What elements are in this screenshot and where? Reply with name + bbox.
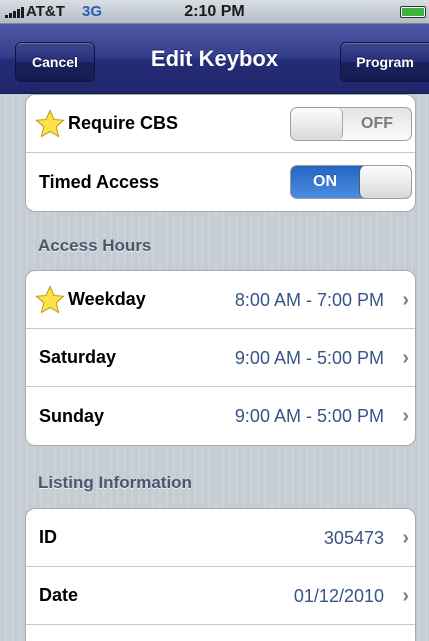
listing-date-row[interactable]: Date 01/12/2010 › bbox=[26, 567, 415, 625]
status-time: 2:10 PM bbox=[184, 3, 245, 20]
chevron-right-icon: › bbox=[402, 289, 409, 311]
navigation-bar: Cancel Edit Keybox Program bbox=[0, 24, 429, 94]
status-bar: AT&T 3G 2:10 PM bbox=[0, 0, 429, 24]
require-cbs-toggle[interactable]: OFF bbox=[290, 107, 412, 141]
listing-date-label: Date bbox=[39, 585, 79, 605]
timed-access-toggle[interactable]: ON bbox=[290, 165, 412, 199]
timed-access-row: Timed Access ON bbox=[26, 153, 415, 211]
chevron-right-icon: › bbox=[402, 347, 409, 369]
listing-date-value: 01/12/2010 bbox=[293, 586, 384, 606]
cancel-button[interactable]: Cancel bbox=[15, 42, 95, 82]
saturday-hours: 9:00 AM - 5:00 PM bbox=[234, 348, 384, 368]
listing-id-label: ID bbox=[39, 527, 57, 547]
sunday-hours: 9:00 AM - 5:00 PM bbox=[234, 406, 384, 426]
star-icon bbox=[35, 285, 65, 314]
chevron-right-icon: › bbox=[402, 405, 409, 427]
star-icon bbox=[35, 109, 65, 138]
timed-access-label: Timed Access bbox=[39, 171, 160, 192]
listing-id-value: 305473 bbox=[323, 528, 384, 548]
toggle-knob bbox=[359, 166, 411, 198]
access-hours-header: Access Hours bbox=[38, 236, 152, 255]
listing-information-group: ID 305473 › Date 01/12/2010 › bbox=[25, 508, 416, 641]
weekday-row[interactable]: Weekday 8:00 AM - 7:00 PM › bbox=[26, 271, 415, 329]
toggle-state-text: ON bbox=[313, 173, 337, 190]
settings-group: Require CBS OFF Timed Access ON bbox=[25, 94, 416, 212]
sunday-label: Sunday bbox=[39, 405, 105, 426]
saturday-label: Saturday bbox=[39, 347, 117, 367]
chevron-right-icon: › bbox=[402, 585, 409, 607]
chevron-right-icon: › bbox=[402, 527, 409, 549]
program-button[interactable]: Program bbox=[340, 42, 429, 82]
sunday-row[interactable]: Sunday 9:00 AM - 5:00 PM › bbox=[26, 387, 415, 445]
page-title: Edit Keybox bbox=[150, 46, 279, 71]
toggle-state-text: OFF bbox=[361, 115, 393, 132]
saturday-row[interactable]: Saturday 9:00 AM - 5:00 PM › bbox=[26, 329, 415, 387]
battery-icon bbox=[400, 6, 426, 18]
weekday-hours: 8:00 AM - 7:00 PM bbox=[234, 290, 384, 310]
access-hours-group: Weekday 8:00 AM - 7:00 PM › Saturday 9:0… bbox=[25, 270, 416, 446]
toggle-knob bbox=[291, 108, 343, 140]
listing-information-header: Listing Information bbox=[38, 473, 192, 492]
listing-id-row[interactable]: ID 305473 › bbox=[26, 509, 415, 567]
require-cbs-row: Require CBS OFF bbox=[26, 95, 415, 153]
